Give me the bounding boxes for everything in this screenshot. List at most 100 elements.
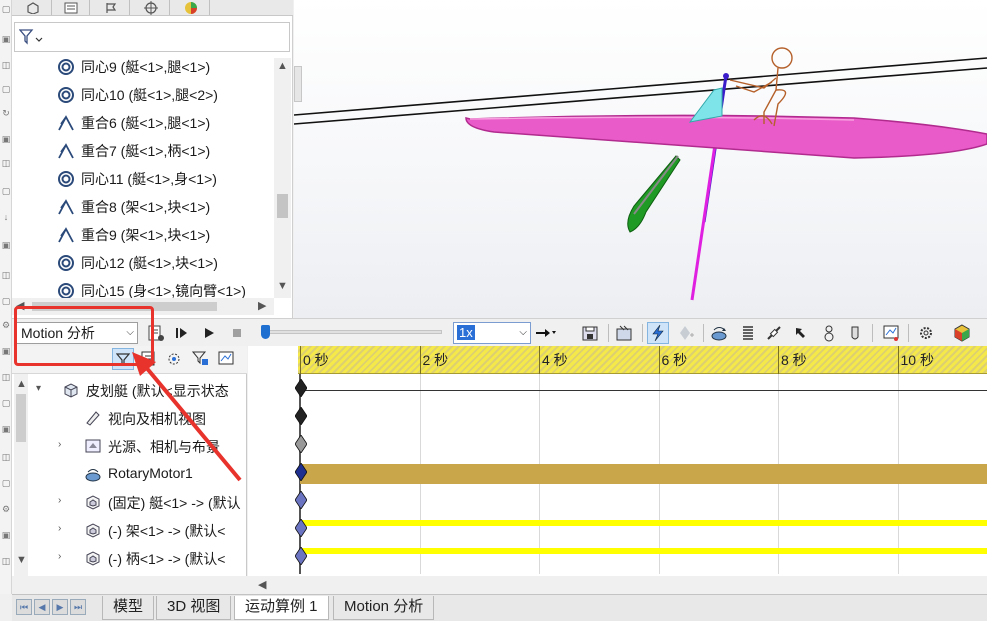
mate-item[interactable]: 同心12 (艇<1>,块<1>)	[57, 250, 218, 276]
time-slider[interactable]	[261, 325, 442, 339]
gravity-button[interactable]	[844, 322, 866, 344]
strip-icon[interactable]: ▣	[1, 134, 11, 144]
motor-timeline-bar[interactable]	[300, 464, 987, 484]
contact-button[interactable]	[818, 322, 840, 344]
scroll-thumb[interactable]	[32, 302, 217, 311]
scroll-down-icon[interactable]: ▼	[277, 280, 288, 292]
damper-button[interactable]	[763, 322, 785, 344]
mate-item[interactable]: 重合7 (艇<1>,柄<1>)	[57, 138, 210, 164]
expand-toggle-icon[interactable]: ›	[58, 551, 61, 562]
strip-icon[interactable]: ↓	[1, 212, 11, 222]
expand-toggle-icon[interactable]: ▾	[36, 383, 41, 394]
strip-icon[interactable]: ↻	[1, 108, 11, 118]
motion-tree-item[interactable]: › (固定) 艇<1> -> (默认	[12, 488, 247, 516]
motion-tree-horizontal-scrollbar[interactable]	[12, 576, 247, 594]
part-timeline-bar[interactable]	[300, 548, 987, 554]
strip-icon[interactable]: ⚙	[1, 320, 11, 330]
bottom-tab[interactable]: 模型	[102, 596, 155, 620]
part-timeline-bar[interactable]	[300, 520, 987, 526]
mate-item[interactable]: 同心10 (艇<1>,腿<2>)	[57, 82, 218, 108]
expand-toggle-icon[interactable]: ›	[58, 439, 61, 450]
strip-icon[interactable]: ⚙	[1, 504, 11, 514]
add-key-button[interactable]	[675, 322, 697, 344]
mate-item[interactable]: 同心9 (艇<1>,腿<1>)	[57, 54, 210, 80]
strip-icon[interactable]: ◫	[1, 556, 11, 566]
study-properties-button[interactable]	[915, 322, 937, 344]
strip-icon[interactable]: ◫	[1, 270, 11, 280]
timeline-horizontal-scrollbar[interactable]: ◀	[248, 576, 987, 594]
keyframe-diamond[interactable]	[295, 547, 307, 565]
tab-dimxpert-manager[interactable]	[132, 0, 170, 15]
motion-tree-item[interactable]: ▾ 皮划艇 (默认<显示状态	[12, 376, 247, 404]
graphics-viewport[interactable]	[294, 0, 987, 318]
strip-icon[interactable]: ▢	[1, 186, 11, 196]
strip-icon[interactable]: ▣	[1, 346, 11, 356]
scroll-thumb[interactable]	[277, 194, 288, 218]
study-type-select[interactable]: Motion 分析 ⌵	[16, 322, 138, 344]
keyframe-diamond[interactable]	[295, 435, 307, 453]
bottom-tab[interactable]: 3D 视图	[156, 596, 232, 620]
strip-icon[interactable]: ▣	[1, 34, 11, 44]
tab-property-manager[interactable]	[52, 0, 90, 15]
play-button[interactable]	[198, 322, 220, 344]
motor-button[interactable]	[709, 322, 731, 344]
expand-toggle-icon[interactable]: ›	[58, 523, 61, 534]
animation-wizard-button[interactable]	[614, 322, 636, 344]
playback-speed-select[interactable]: 1x ⌵	[453, 322, 531, 344]
strip-icon[interactable]: ◫	[1, 60, 11, 70]
tree-filter-bar[interactable]	[14, 22, 290, 52]
strip-icon[interactable]: ▢	[1, 296, 11, 306]
spring-button[interactable]	[737, 322, 759, 344]
keyframe-diamond[interactable]	[295, 463, 307, 481]
force-button[interactable]	[790, 322, 812, 344]
keyframe-diamond[interactable]	[295, 379, 307, 397]
tree-vertical-scrollbar[interactable]: ▲ ▼	[274, 58, 291, 298]
filter-driving-button[interactable]	[138, 348, 160, 370]
filter-animated-button[interactable]	[112, 348, 134, 370]
tab-feature-manager[interactable]	[14, 0, 52, 15]
scroll-left-icon[interactable]: ◀	[16, 300, 24, 312]
bottom-tab[interactable]: 运动算例 1	[234, 596, 329, 620]
stop-button[interactable]	[226, 322, 248, 344]
filter-selected-button[interactable]	[164, 348, 186, 370]
tab-prev-icon[interactable]: ◀	[34, 599, 50, 615]
strip-icon[interactable]: ▢	[1, 4, 11, 14]
tab-last-icon[interactable]: ⏭	[70, 599, 86, 615]
expand-toggle-icon[interactable]: ›	[58, 495, 61, 506]
calculate-button[interactable]	[145, 322, 167, 344]
save-animation-button[interactable]	[580, 322, 602, 344]
keyframe-diamond[interactable]	[295, 407, 307, 425]
strip-icon[interactable]: ▢	[1, 478, 11, 488]
motion-tree-item[interactable]: 视向及相机视图	[12, 404, 247, 432]
scroll-up-icon[interactable]: ▲	[277, 60, 288, 72]
motion-tree-item[interactable]: › 光源、相机与布景	[12, 432, 247, 460]
tab-next-icon[interactable]: ▶	[52, 599, 68, 615]
motion-tree-item[interactable]: › (-) 架<1> -> (默认<	[12, 516, 247, 544]
strip-icon[interactable]: ▢	[1, 84, 11, 94]
scroll-left-icon[interactable]: ◀	[258, 579, 266, 591]
mate-item[interactable]: 重合8 (架<1>,块<1>)	[57, 194, 210, 220]
strip-icon[interactable]: ◫	[1, 452, 11, 462]
filter-results-button[interactable]	[190, 348, 212, 370]
time-slider-handle[interactable]	[261, 325, 270, 339]
strip-icon[interactable]: ◫	[1, 372, 11, 382]
strip-icon[interactable]: ▣	[1, 240, 11, 250]
mate-item[interactable]: 重合6 (艇<1>,腿<1>)	[57, 110, 210, 136]
scroll-right-icon[interactable]: ▶	[258, 300, 266, 312]
autokey-button[interactable]	[647, 322, 669, 344]
strip-icon[interactable]: ▣	[1, 530, 11, 540]
keyframe-diamond[interactable]	[295, 519, 307, 537]
playback-mode-button[interactable]	[535, 322, 557, 344]
tab-configuration-manager[interactable]	[92, 0, 130, 15]
mate-item[interactable]: 重合9 (架<1>,块<1>)	[57, 222, 210, 248]
mate-item[interactable]: 同心11 (艇<1>,身<1>)	[57, 166, 217, 192]
strip-icon[interactable]: ▣	[1, 424, 11, 434]
bottom-tab[interactable]: Motion 分析	[333, 596, 435, 620]
results-plots-button[interactable]	[880, 322, 902, 344]
play-from-start-button[interactable]	[171, 322, 193, 344]
timeline-ruler[interactable]: 0 秒 2 秒 4 秒 6 秒 8 秒 10 秒	[298, 346, 987, 374]
strip-icon[interactable]: ◫	[1, 158, 11, 168]
timeline-area[interactable]: 0 秒 2 秒 4 秒 6 秒 8 秒 10 秒 ◀	[248, 346, 987, 594]
tab-display-manager[interactable]	[172, 0, 210, 15]
motion-tree-item[interactable]: RotaryMotor1	[12, 460, 247, 488]
